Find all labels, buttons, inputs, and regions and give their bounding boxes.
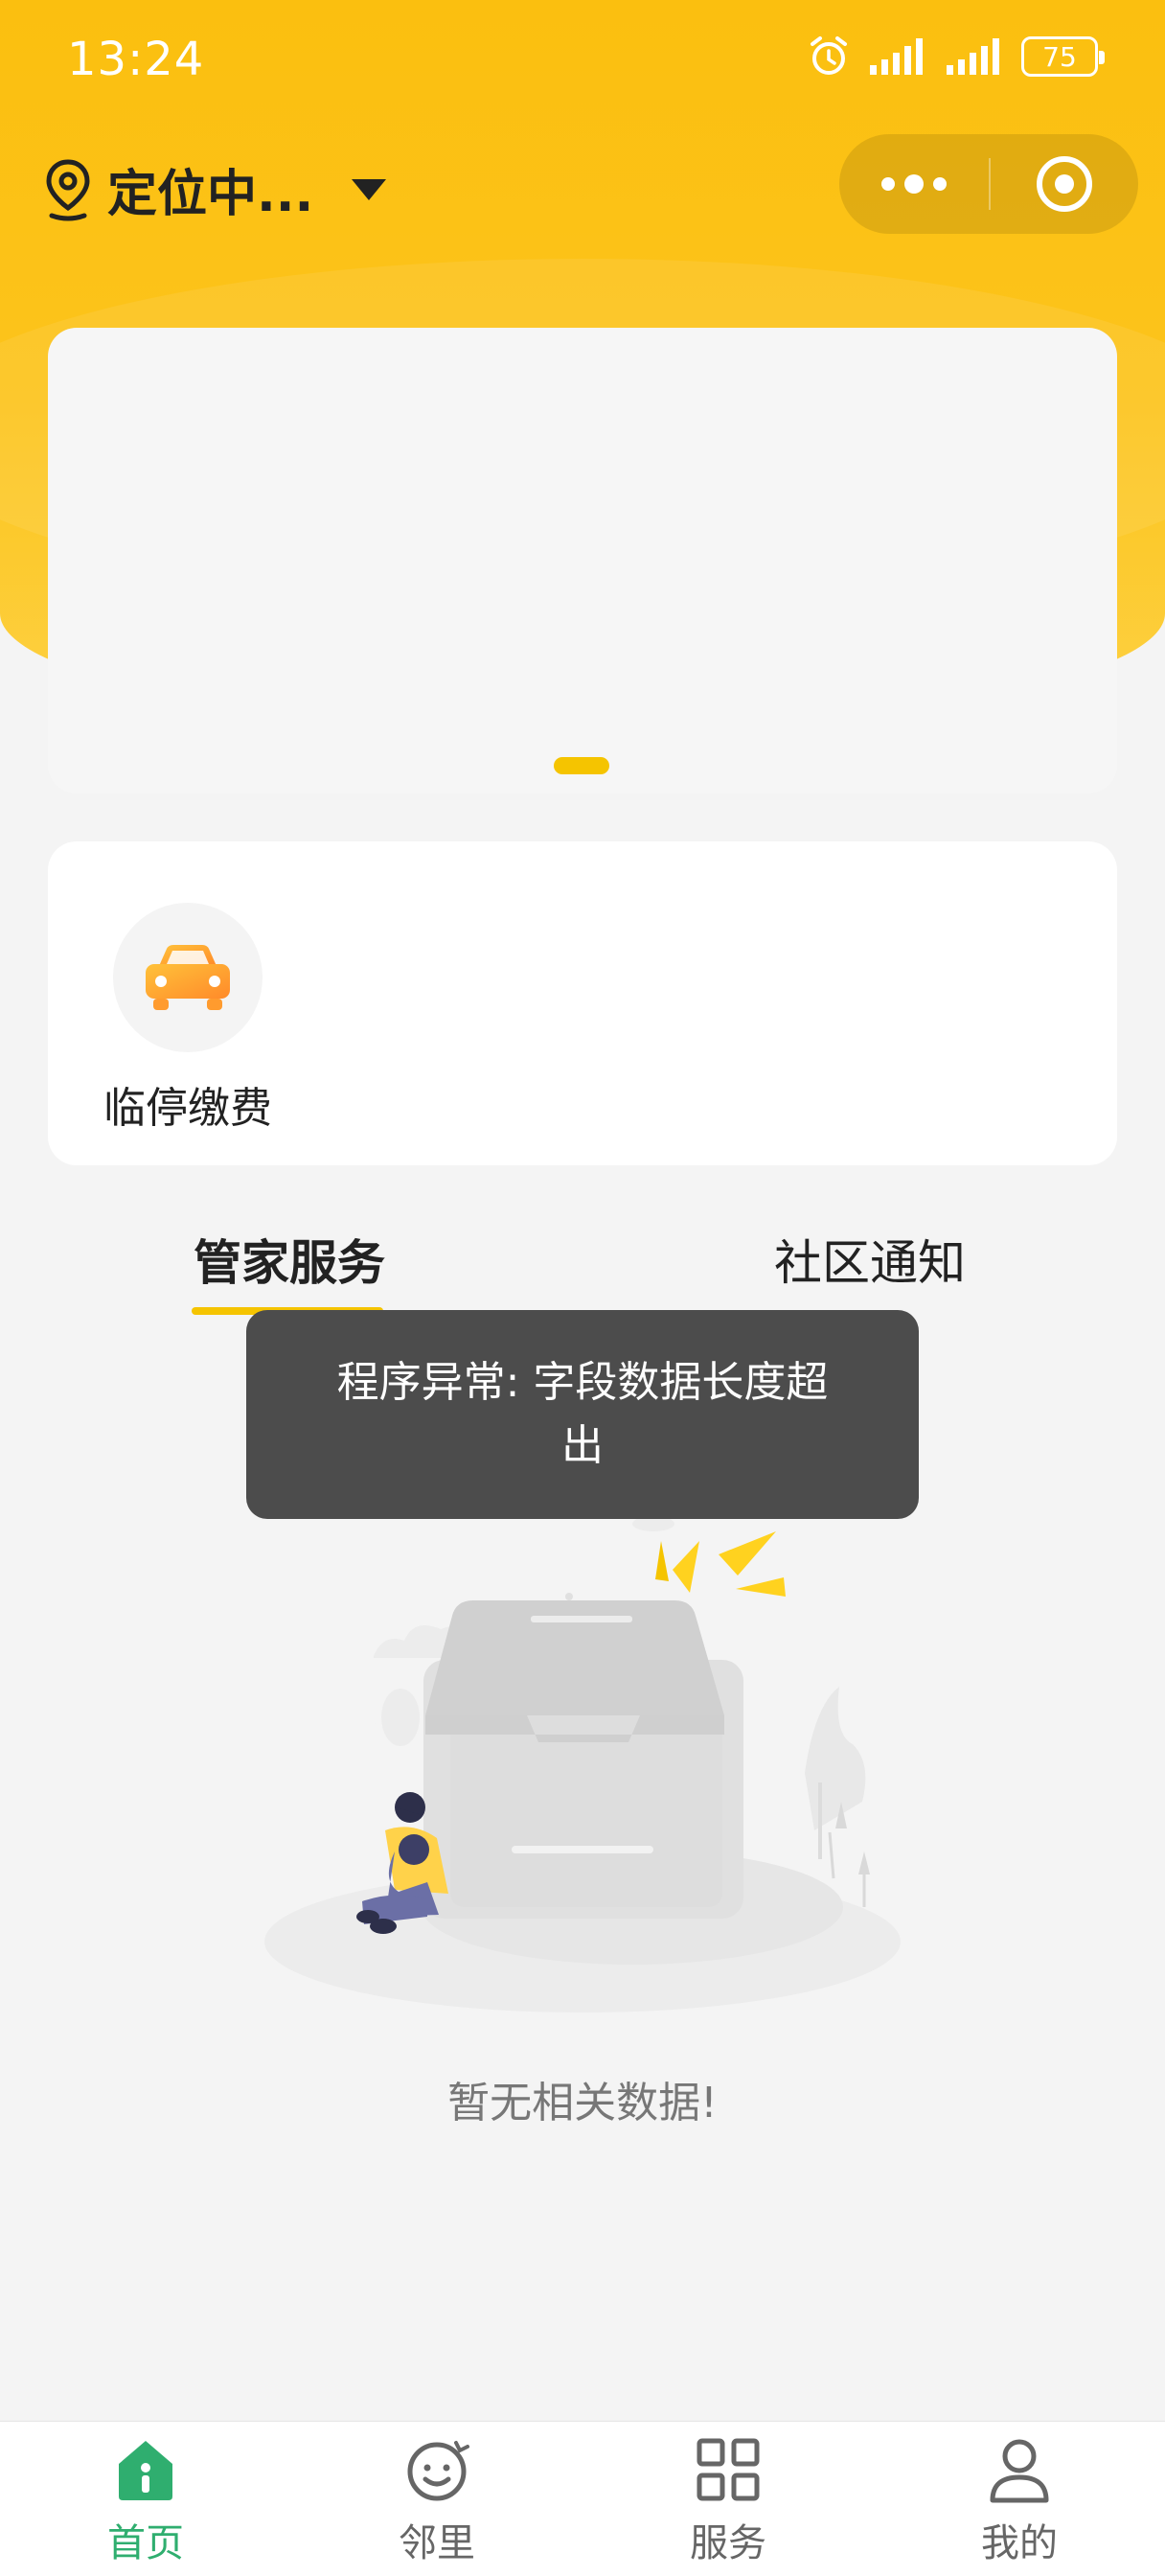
page: 13:24 75 定位中... 临停缴费 管家服务 社区通知 程序异常: 字段数… xyxy=(0,0,1165,2576)
location-selector[interactable]: 定位中... xyxy=(44,153,387,225)
battery-level: 75 xyxy=(1042,40,1077,73)
bottom-tabbar: 首页 邻里 服务 我的 xyxy=(0,2421,1165,2576)
more-button[interactable] xyxy=(839,134,989,234)
close-miniprogram-button[interactable] xyxy=(991,134,1138,234)
location-label: 定位中... xyxy=(107,166,314,223)
banner-carousel[interactable] xyxy=(48,328,1117,794)
tabbar-label-home: 首页 xyxy=(107,2521,184,2565)
status-icons: 75 xyxy=(807,34,1105,79)
home-icon xyxy=(119,2441,172,2500)
tab-community-notice[interactable]: 社区通知 xyxy=(774,1225,966,1294)
service-item-parking-fee[interactable]: 临停缴费 xyxy=(102,903,274,1135)
banner-indicator xyxy=(554,757,609,774)
car-icon xyxy=(146,945,230,1010)
service-icon-container xyxy=(113,903,263,1052)
tabbar-item-neighbor[interactable]: 邻里 xyxy=(291,2422,582,2576)
signal-icon-secondary xyxy=(947,38,999,75)
close-miniprogram-icon xyxy=(1037,156,1092,212)
empty-state-text: 暂无相关数据! xyxy=(447,2079,718,2128)
tabbar-label-services: 服务 xyxy=(690,2521,766,2565)
toast-message: 程序异常: 字段数据长度超出 xyxy=(336,1358,829,1470)
quick-services-card: 临停缴费 xyxy=(48,841,1117,1165)
tabbar-item-services[interactable]: 服务 xyxy=(582,2422,874,2576)
service-label: 临停缴费 xyxy=(103,1084,272,1133)
tabbar-item-home[interactable]: 首页 xyxy=(0,2422,291,2576)
location-pin-icon xyxy=(46,158,90,220)
error-toast: 程序异常: 字段数据长度超出 xyxy=(246,1310,919,1519)
smiley-icon xyxy=(407,2441,469,2501)
grid-icon xyxy=(697,2438,760,2501)
status-time: 13:24 xyxy=(67,33,205,86)
chevron-down-icon xyxy=(352,178,387,200)
tabbar-label-mine: 我的 xyxy=(981,2521,1058,2565)
battery-icon: 75 xyxy=(1021,36,1105,77)
alarm-icon xyxy=(811,36,847,75)
signal-icon xyxy=(870,38,923,75)
person-icon xyxy=(990,2439,1049,2503)
tabbar-item-mine[interactable]: 我的 xyxy=(874,2422,1165,2576)
more-icon xyxy=(881,177,895,191)
miniprogram-capsule xyxy=(839,134,1138,234)
empty-inbox-illustration xyxy=(264,1516,901,2012)
tab-butler-service[interactable]: 管家服务 xyxy=(194,1225,385,1294)
tabbar-label-neighbor: 邻里 xyxy=(399,2521,475,2565)
